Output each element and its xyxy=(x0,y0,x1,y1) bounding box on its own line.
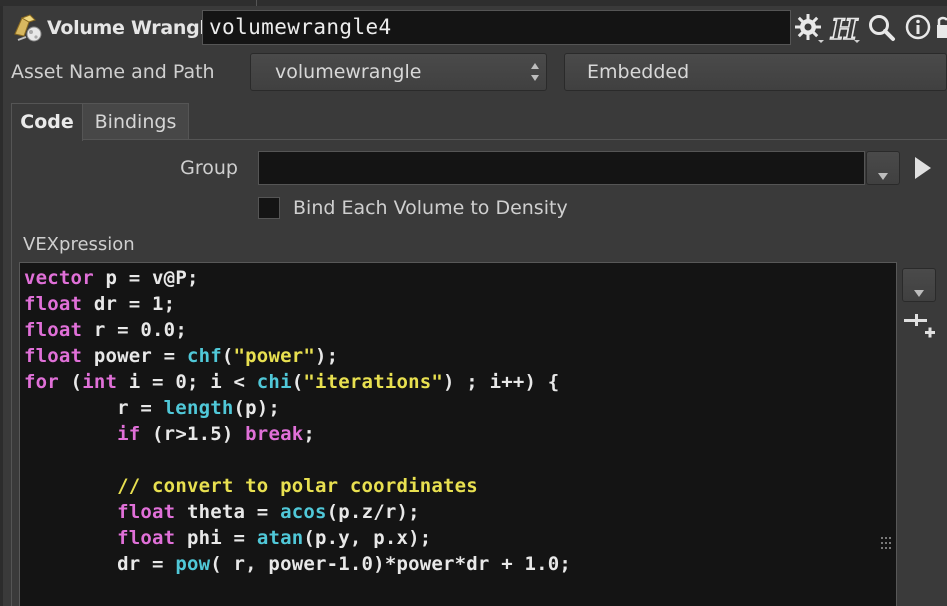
add-spare-parameter-icon[interactable] xyxy=(903,311,935,339)
code-token: for xyxy=(24,371,59,393)
gear-icon[interactable] xyxy=(792,11,826,45)
bind-each-volume-checkbox[interactable] xyxy=(258,197,280,219)
code-token: dr = xyxy=(24,553,176,575)
vex-menu-button[interactable] xyxy=(902,268,936,302)
chevron-down-icon xyxy=(914,282,924,297)
code-line: dr = pow( r, power-1.0)*power*dr + 1.0; xyxy=(24,551,571,577)
code-token: float xyxy=(24,345,83,367)
code-token: // convert to polar coordinates xyxy=(117,475,478,497)
volume-wrangle-node-icon xyxy=(12,12,44,44)
code-token: theta = xyxy=(175,501,281,523)
code-token: float xyxy=(117,527,176,549)
code-token: i = 0; i < xyxy=(117,371,257,393)
vex-code-editor[interactable]: vector p = v@P; float dr = 1; float r = 0.… xyxy=(19,262,897,606)
asset-select-value: volumewrangle xyxy=(275,61,422,83)
node-type-label: Volume Wrangle xyxy=(47,17,219,39)
code-token: (p); xyxy=(233,397,281,419)
bind-each-volume-label: Bind Each Volume to Density xyxy=(293,197,568,219)
code-token: r = 0.0; xyxy=(82,319,187,341)
info-icon[interactable] xyxy=(901,11,935,45)
lock-icon[interactable] xyxy=(935,11,947,45)
node-name-input[interactable]: volumewrangle4 xyxy=(202,10,791,45)
group-input[interactable] xyxy=(258,151,865,185)
up-down-arrows-icon xyxy=(530,61,540,83)
code-line: float r = 0.0; xyxy=(24,317,571,343)
code-token: float xyxy=(24,293,83,315)
select-arrow-icon[interactable] xyxy=(912,155,934,181)
group-label: Group xyxy=(180,157,238,179)
code-token: dr = 1; xyxy=(82,293,176,315)
code-token: ( r, power-1.0)*power*dr + 1.0; xyxy=(210,553,572,575)
asset-name-select[interactable]: volumewrangle xyxy=(250,53,547,91)
code-token: if xyxy=(117,423,141,445)
code-token: chi xyxy=(256,371,292,393)
tab-bindings[interactable]: Bindings xyxy=(83,103,189,139)
tab-code[interactable]: Code xyxy=(11,103,83,141)
group-dropdown-button[interactable] xyxy=(866,151,900,185)
code-token: (p.z/r); xyxy=(326,501,420,523)
code-token: float xyxy=(24,319,83,341)
code-token: float xyxy=(117,501,176,523)
asset-location-button[interactable]: Embedded xyxy=(564,53,947,91)
search-icon[interactable] xyxy=(866,11,900,45)
code-token: "iterations" xyxy=(303,371,444,393)
code-token: pow xyxy=(175,553,211,575)
code-token: ( xyxy=(58,371,83,393)
code-token: vector xyxy=(24,267,94,289)
code-line: // convert to polar coordinates xyxy=(24,473,571,499)
code-token: phi = xyxy=(175,527,257,549)
code-lines: vector p = v@P; float dr = 1; float r = 0.… xyxy=(24,265,571,577)
code-token: (p.y, p.x); xyxy=(303,527,432,549)
left-edge xyxy=(0,6,3,606)
top-strip xyxy=(0,0,947,6)
code-line: r = length(p); xyxy=(24,395,571,421)
code-line: float power = chf("power"); xyxy=(24,343,571,369)
code-token: ); xyxy=(315,345,339,367)
code-token: power = xyxy=(82,345,187,367)
chevron-down-icon xyxy=(878,165,888,180)
help-h-icon[interactable]: H xyxy=(828,11,862,47)
code-token: ; xyxy=(303,423,316,445)
code-token: "power" xyxy=(233,345,316,367)
code-token: int xyxy=(82,371,118,393)
code-token: atan xyxy=(256,527,304,549)
resize-grip-icon[interactable] xyxy=(880,535,892,549)
code-token: chf xyxy=(186,345,222,367)
code-token: (r>1.5) xyxy=(140,423,246,445)
asset-name-path-label: Asset Name and Path xyxy=(11,61,215,83)
code-token: ) ; i++) { xyxy=(443,371,560,393)
code-token: ( xyxy=(221,345,234,367)
code-line: vector p = v@P; xyxy=(24,265,571,291)
vexpression-label: VEXpression xyxy=(23,234,135,255)
code-line: float phi = atan(p.y, p.x); xyxy=(24,525,571,551)
code-token: break xyxy=(245,423,304,445)
code-line: if (r>1.5) break; xyxy=(24,421,571,447)
code-token: r = xyxy=(24,397,164,419)
code-token: p = v@P; xyxy=(93,267,199,289)
code-token: acos xyxy=(280,501,327,523)
code-line: for (int i = 0; i < chi("iterations") ; … xyxy=(24,369,571,395)
code-token: ( xyxy=(291,371,304,393)
code-line: float theta = acos(p.z/r); xyxy=(24,499,571,525)
asset-location-label: Embedded xyxy=(587,61,690,83)
code-token: length xyxy=(163,397,234,419)
code-line: float dr = 1; xyxy=(24,291,571,317)
